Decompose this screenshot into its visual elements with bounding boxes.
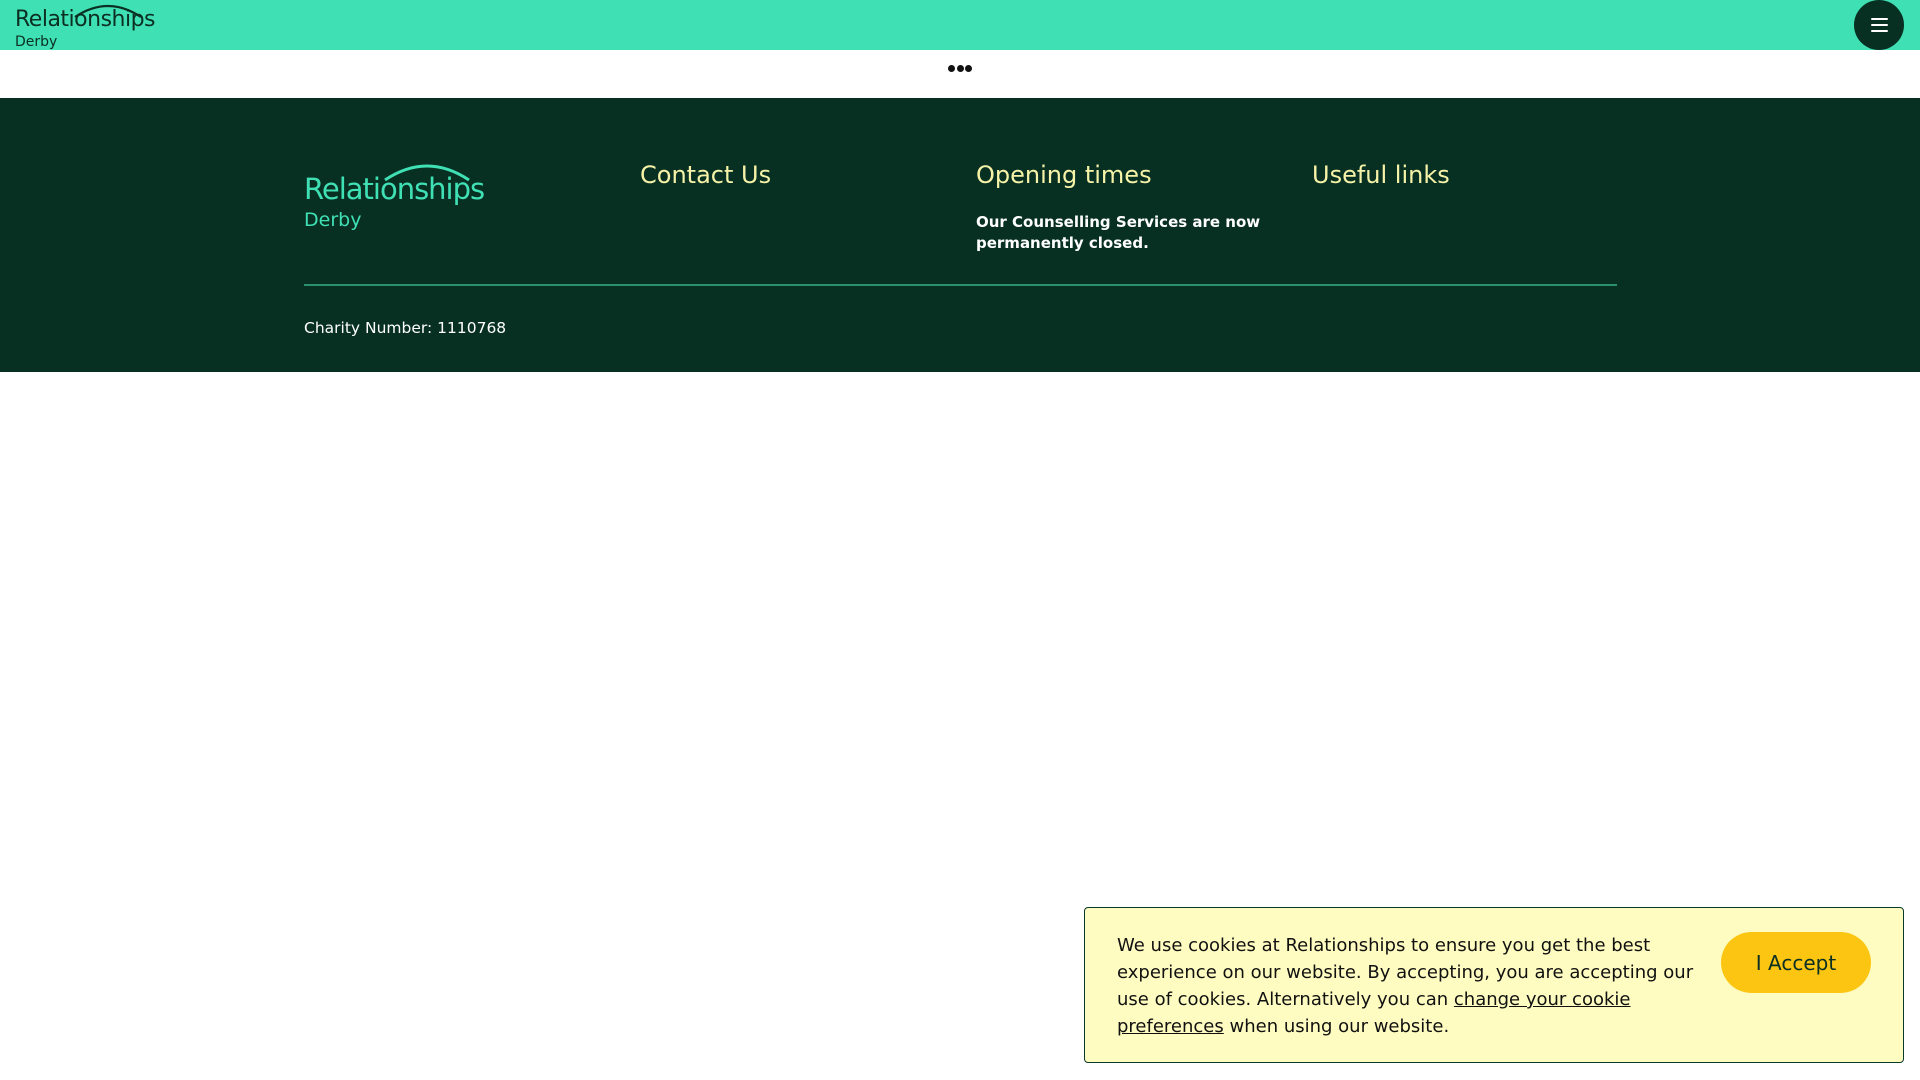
cookie-message-end: when using our website.: [1223, 1016, 1450, 1037]
footer-logo-subtitle: Derby: [304, 209, 362, 231]
charity-number: Charity Number: 1110768: [304, 319, 507, 337]
header-logo[interactable]: Relationships Derby: [15, 0, 165, 50]
opening-times-heading: Opening times: [976, 161, 1152, 189]
cookie-message: We use cookies at Relationships to ensur…: [1117, 932, 1707, 1040]
contact-heading: Contact Us: [640, 161, 772, 189]
footer-logo-wordmark: Relationships: [304, 172, 485, 206]
useful-links-heading: Useful links: [1312, 161, 1450, 189]
loading-dots-icon: [948, 65, 972, 73]
footer-divider: [304, 284, 1617, 286]
logo-subtitle: Derby: [15, 34, 58, 50]
opening-times-text: Our Counselling Services are now permane…: [976, 213, 1261, 252]
accept-cookies-button[interactable]: I Accept: [1721, 932, 1871, 993]
site-header: Relationships Derby: [0, 0, 1920, 50]
site-footer: Relationships Derby Contact Us Opening t…: [0, 98, 1920, 372]
logo-wordmark: Relationships: [15, 7, 156, 32]
cookie-banner: We use cookies at Relationships to ensur…: [1084, 907, 1904, 1063]
menu-button[interactable]: [1854, 0, 1904, 50]
